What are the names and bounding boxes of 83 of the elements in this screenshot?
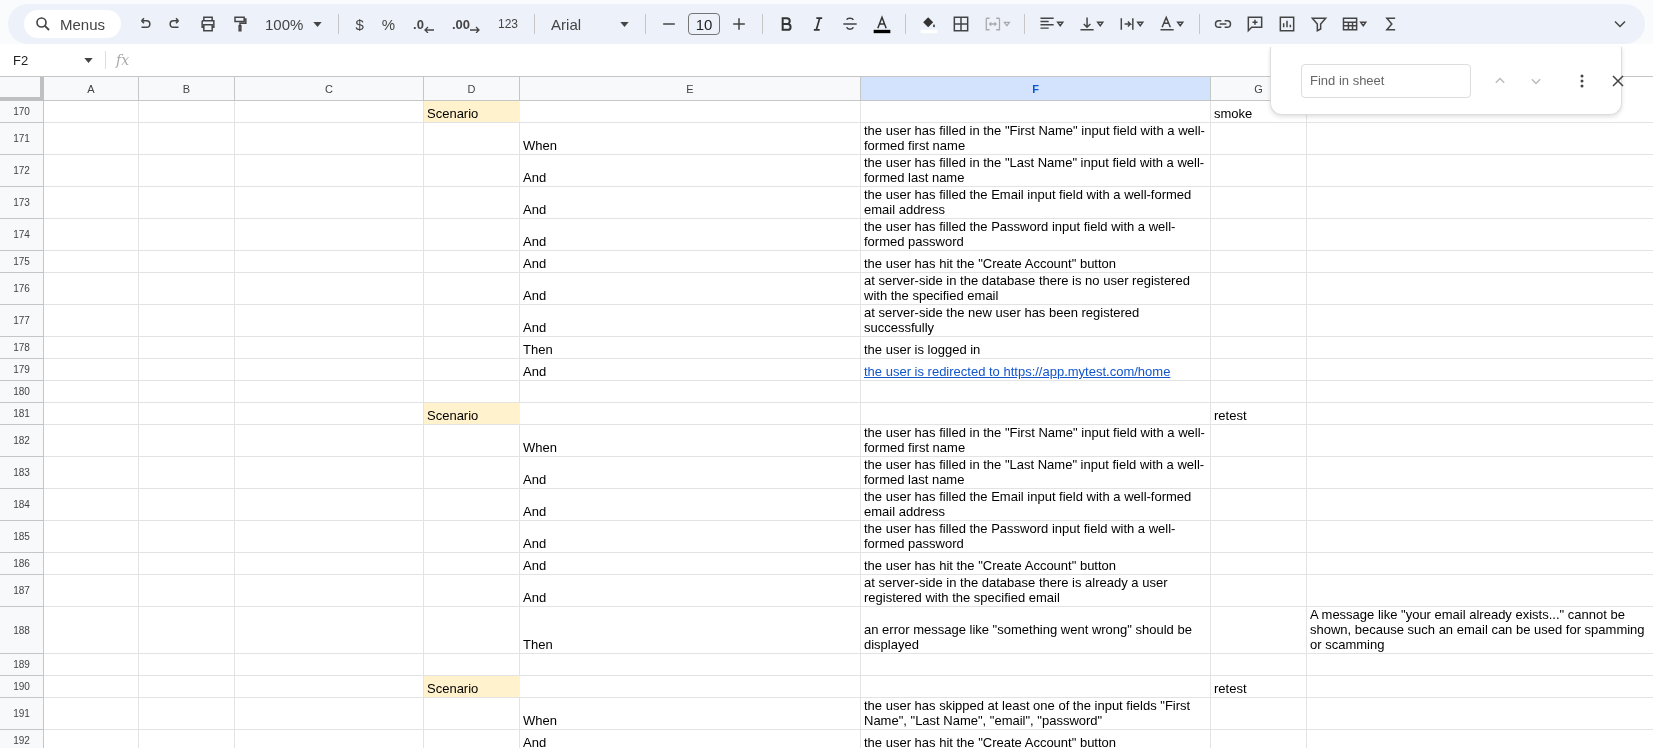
row-number[interactable]: 183: [0, 457, 44, 489]
row-number[interactable]: 172: [0, 155, 44, 187]
table-cell-text: And: [522, 255, 548, 272]
row-number[interactable]: 177: [0, 305, 44, 337]
table-cell-text: the user has hit the "Create Account" button: [863, 255, 1118, 272]
table-cell: Scenario: [424, 676, 520, 697]
table-cell-text: And: [522, 201, 548, 218]
table-cell-text: an error message like "something went wrong" should be displayed: [863, 621, 1193, 653]
row-number[interactable]: 187: [0, 575, 44, 607]
table-cell-text: retest: [1213, 407, 1248, 424]
table-cell-text: And: [522, 471, 548, 488]
table-cell-text: retest: [1213, 680, 1248, 697]
row-number[interactable]: 182: [0, 425, 44, 457]
table-cell: Scenario: [424, 101, 520, 122]
table-cell-text: And: [522, 363, 548, 380]
row-number[interactable]: 190: [0, 676, 44, 698]
row-number[interactable]: 173: [0, 187, 44, 219]
table-cell-text: the user has hit the "Create Account" button: [863, 734, 1118, 748]
table-cell-text: And: [522, 734, 548, 748]
row-number[interactable]: 170: [0, 101, 44, 123]
row-number[interactable]: 181: [0, 403, 44, 425]
row-number[interactable]: 184: [0, 489, 44, 521]
cell-link[interactable]: the user is redirected to https://app.mytest.com/home: [864, 364, 1171, 379]
table-cell-text: A message like "your email already exists..." cannot be shown, because such an email can be used for spamming or scamming: [1309, 607, 1646, 653]
table-cell-text: And: [522, 233, 548, 250]
caret-icon: [620, 21, 630, 27]
decrease-decimal-button[interactable]: .0: [407, 15, 440, 33]
row-number[interactable]: 180: [0, 381, 44, 403]
row-number[interactable]: 189: [0, 654, 44, 676]
name-box[interactable]: F2: [0, 52, 101, 68]
table-cell-text: the user is logged in: [863, 341, 982, 358]
percent-button[interactable]: %: [375, 15, 402, 33]
table-cell-text: smoke: [1213, 105, 1254, 122]
column-header[interactable]: E: [520, 77, 861, 101]
table-cell-text: And: [522, 503, 548, 520]
row-number[interactable]: 176: [0, 273, 44, 305]
number-format-button[interactable]: 123: [492, 17, 525, 31]
column-header[interactable]: A: [44, 77, 139, 101]
table-cell-text: at server-side in the database there is already a user registered with the specified email: [863, 575, 1169, 606]
table-cell-text: And: [522, 319, 548, 336]
menus-search-button[interactable]: Menus: [24, 10, 122, 38]
table-cell-text: When: [522, 712, 558, 729]
search-icon: [36, 17, 50, 31]
caret-icon: [84, 57, 93, 63]
table-cell-text: at server-side the new user has been registered successfully: [863, 305, 1141, 336]
column-header[interactable]: F: [861, 77, 1211, 101]
table-cell-text: And: [522, 557, 548, 574]
table-cell-text: When: [522, 439, 558, 456]
table-cell-text: Then: [522, 636, 554, 653]
table-cell-text: And: [522, 589, 548, 606]
font-size-field[interactable]: 10: [688, 13, 721, 35]
function-label: fx: [116, 52, 130, 68]
table-cell-text: the user has skipped at least one of the input fields "First Name", "Last Name", "email", "password": [863, 698, 1192, 729]
increase-decimal-button[interactable]: .00: [445, 15, 486, 33]
currency-button[interactable]: $: [349, 15, 370, 33]
row-number[interactable]: 185: [0, 521, 44, 553]
row-number[interactable]: 175: [0, 251, 44, 273]
table-cell-text: And: [522, 535, 548, 552]
row-number[interactable]: 192: [0, 730, 44, 748]
column-header[interactable]: D: [424, 77, 520, 101]
row-number[interactable]: 178: [0, 337, 44, 359]
zoom-dropdown[interactable]: 100%: [259, 15, 329, 33]
row-number[interactable]: 174: [0, 219, 44, 251]
row-number[interactable]: 179: [0, 359, 44, 381]
row-number[interactable]: 171: [0, 123, 44, 155]
table-cell-text: And: [522, 287, 548, 304]
font-dropdown[interactable]: Arial: [545, 15, 636, 33]
column-header[interactable]: B: [139, 77, 235, 101]
arrow-left-icon: [423, 25, 434, 33]
caret-icon: [313, 21, 323, 27]
column-header[interactable]: C: [235, 77, 424, 101]
table-cell-text: Then: [522, 341, 554, 358]
table-cell-text: the user has filled the Password input field with a well-formed password: [863, 219, 1177, 250]
arrow-right-icon: [470, 25, 480, 33]
table-cell-text: the user has filled the Password input field with a well-formed password: [863, 521, 1177, 552]
row-number[interactable]: 186: [0, 553, 44, 575]
table-cell: Scenario: [424, 403, 520, 424]
row-number[interactable]: 191: [0, 698, 44, 730]
row-number[interactable]: 188: [0, 607, 44, 654]
table-cell-text: And: [522, 169, 548, 186]
table-cell-text: the user has hit the "Create Account" button: [863, 557, 1118, 574]
table-cell-text: When: [522, 137, 558, 154]
find-input[interactable]: Find in sheet: [1301, 63, 1471, 98]
